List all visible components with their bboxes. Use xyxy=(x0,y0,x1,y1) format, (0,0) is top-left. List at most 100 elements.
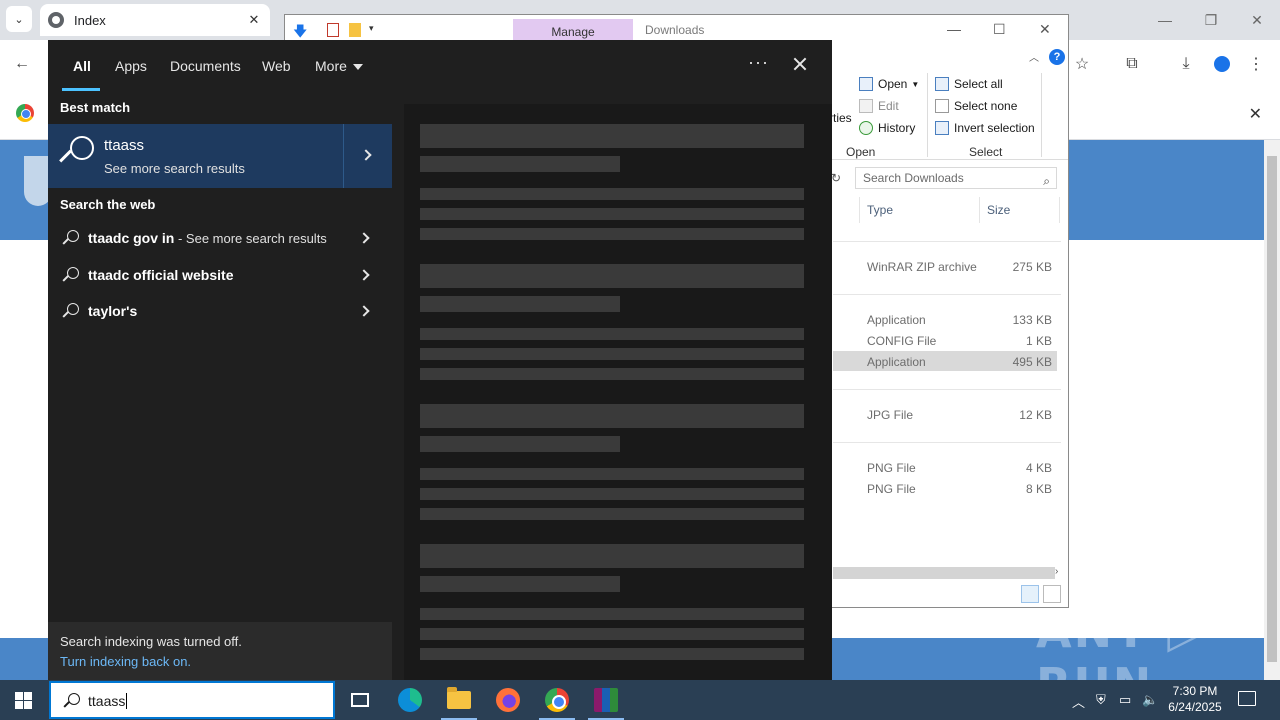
edge-icon xyxy=(398,688,422,712)
firefox-icon xyxy=(496,688,520,712)
explorer-title: Downloads xyxy=(645,23,705,37)
skeleton-line xyxy=(420,368,804,380)
web-result-item[interactable]: ttaadc official website xyxy=(48,257,392,293)
profile-icon[interactable] xyxy=(1210,52,1234,76)
group-divider xyxy=(833,389,1061,390)
scroll-right-icon[interactable]: › xyxy=(1055,566,1058,577)
search-filter-tabs: All Apps Documents Web More ··· xyxy=(48,40,832,92)
horizontal-scrollbar[interactable] xyxy=(833,567,1055,579)
close-tab-icon[interactable]: ✕ xyxy=(244,12,264,28)
details-view-icon[interactable] xyxy=(1021,585,1039,603)
download-icon[interactable]: ⤓ xyxy=(1174,52,1198,76)
best-match-expand-button[interactable] xyxy=(343,124,392,188)
manage-tab[interactable]: Manage xyxy=(513,19,633,41)
ribbon-separator xyxy=(927,73,928,157)
column-header-type[interactable]: Type xyxy=(867,203,893,217)
back-icon[interactable]: ← xyxy=(10,52,34,76)
properties-label[interactable]: rties xyxy=(829,111,852,125)
task-view-icon xyxy=(351,693,369,707)
invert-selection-button[interactable]: Invert selection xyxy=(935,121,1035,135)
search-icon xyxy=(62,267,79,283)
select-all-button[interactable]: Select all xyxy=(935,77,1003,91)
close-icon[interactable] xyxy=(790,52,810,76)
column-separator[interactable] xyxy=(1059,197,1060,223)
close-window-button[interactable]: ✕ xyxy=(1234,0,1280,40)
properties-icon[interactable] xyxy=(327,23,339,37)
system-clock[interactable]: 7:30 PM 6/24/2025 xyxy=(1158,683,1232,715)
edit-button[interactable]: Edit xyxy=(859,99,899,113)
search-icon xyxy=(63,693,80,709)
web-result-item[interactable]: ttaadc gov in - See more search results xyxy=(48,220,392,256)
winrar-button[interactable] xyxy=(582,680,630,720)
infobar-close-icon[interactable]: ✕ xyxy=(1249,104,1262,124)
minimize-icon[interactable]: — xyxy=(947,21,961,37)
star-icon[interactable]: ☆ xyxy=(1070,52,1094,76)
history-button[interactable]: History xyxy=(859,121,915,135)
browser-tab-index[interactable]: Index ✕ xyxy=(40,4,270,36)
file-size-cell: 8 KB xyxy=(1025,482,1052,496)
restore-button[interactable]: ❐ xyxy=(1188,0,1234,40)
web-result-text: ttaadc official website xyxy=(88,267,234,283)
turn-indexing-on-link[interactable]: Turn indexing back on. xyxy=(60,654,191,669)
column-header-size[interactable]: Size xyxy=(987,203,1010,217)
quick-access-dropdown-icon[interactable]: ▾ xyxy=(369,23,374,34)
file-type-cell[interactable]: JPG File xyxy=(867,408,913,422)
firefox-button[interactable] xyxy=(484,680,532,720)
chrome-button[interactable] xyxy=(533,680,581,720)
more-options-icon[interactable]: ··· xyxy=(748,52,769,73)
column-separator[interactable] xyxy=(979,197,980,223)
column-separator[interactable] xyxy=(859,197,860,223)
file-size-cell: 133 KB xyxy=(1012,313,1052,327)
taskbar-search-box[interactable]: ttaass xyxy=(49,681,335,719)
minimize-button[interactable]: — xyxy=(1142,0,1188,40)
network-icon[interactable]: ▭ xyxy=(1119,692,1131,708)
tab-documents[interactable]: Documents xyxy=(170,58,241,74)
maximize-icon[interactable]: ☐ xyxy=(993,21,1006,38)
file-explorer-button[interactable] xyxy=(435,680,483,720)
open-button[interactable]: Open ▼ xyxy=(859,77,919,91)
best-match-open[interactable]: ttaass See more search results xyxy=(48,124,342,188)
taskbar: ttaass ︿ ⛨ ▭ 🔈 7:30 PM 6/24/2025 xyxy=(0,680,1280,720)
skeleton-line xyxy=(420,328,804,340)
skeleton-line xyxy=(420,608,804,620)
close-icon[interactable]: ✕ xyxy=(1039,21,1051,38)
best-match-result[interactable]: ttaass See more search results xyxy=(48,124,392,188)
tab-title: Index xyxy=(74,12,106,28)
file-type-cell[interactable]: Application xyxy=(867,313,926,327)
tab-more[interactable]: More xyxy=(315,58,363,74)
select-none-button[interactable]: Select none xyxy=(935,99,1017,113)
task-view-button[interactable] xyxy=(336,680,384,720)
chevron-up-icon[interactable]: ︿ xyxy=(1072,692,1085,711)
refresh-icon[interactable]: ↻ xyxy=(831,171,841,185)
edge-button[interactable] xyxy=(386,680,434,720)
help-icon[interactable]: ? xyxy=(1049,49,1065,65)
tab-apps[interactable]: Apps xyxy=(115,58,147,74)
file-type-cell[interactable]: CONFIG File xyxy=(867,334,936,348)
explorer-search-input[interactable]: Search Downloads ⌕ xyxy=(855,167,1057,189)
file-type-cell[interactable]: Application xyxy=(867,355,926,369)
tab-all[interactable]: All xyxy=(73,58,91,74)
file-type-cell[interactable]: PNG File xyxy=(867,482,916,496)
extensions-icon[interactable]: ⧉ xyxy=(1120,52,1144,76)
menu-icon[interactable]: ⋮ xyxy=(1244,52,1268,76)
large-icons-view-icon[interactable] xyxy=(1043,585,1061,603)
collapse-ribbon-icon[interactable]: ︿ xyxy=(1029,49,1039,64)
tab-search-button[interactable]: ⌄ xyxy=(6,6,32,32)
start-button[interactable] xyxy=(0,680,48,720)
web-result-text: taylor's xyxy=(88,303,138,319)
chevron-right-icon xyxy=(358,305,370,317)
skeleton-subtitle xyxy=(420,436,620,452)
file-type-cell[interactable]: WinRAR ZIP archive xyxy=(867,260,977,274)
preview-pane-loading xyxy=(404,104,832,680)
web-result-item[interactable]: taylor's xyxy=(48,293,392,329)
new-folder-icon[interactable] xyxy=(349,23,361,37)
file-size-cell: 4 KB xyxy=(1025,461,1052,475)
page-scroll-thumb[interactable] xyxy=(1267,156,1277,662)
winrar-icon xyxy=(594,688,618,712)
taskbar-search-text[interactable]: ttaass xyxy=(88,693,128,709)
defender-icon[interactable]: ⛨ xyxy=(1096,692,1106,708)
tab-web[interactable]: Web xyxy=(262,58,291,74)
notification-icon[interactable] xyxy=(1238,691,1256,706)
file-type-cell[interactable]: PNG File xyxy=(867,461,916,475)
volume-icon[interactable]: 🔈 xyxy=(1142,692,1158,708)
